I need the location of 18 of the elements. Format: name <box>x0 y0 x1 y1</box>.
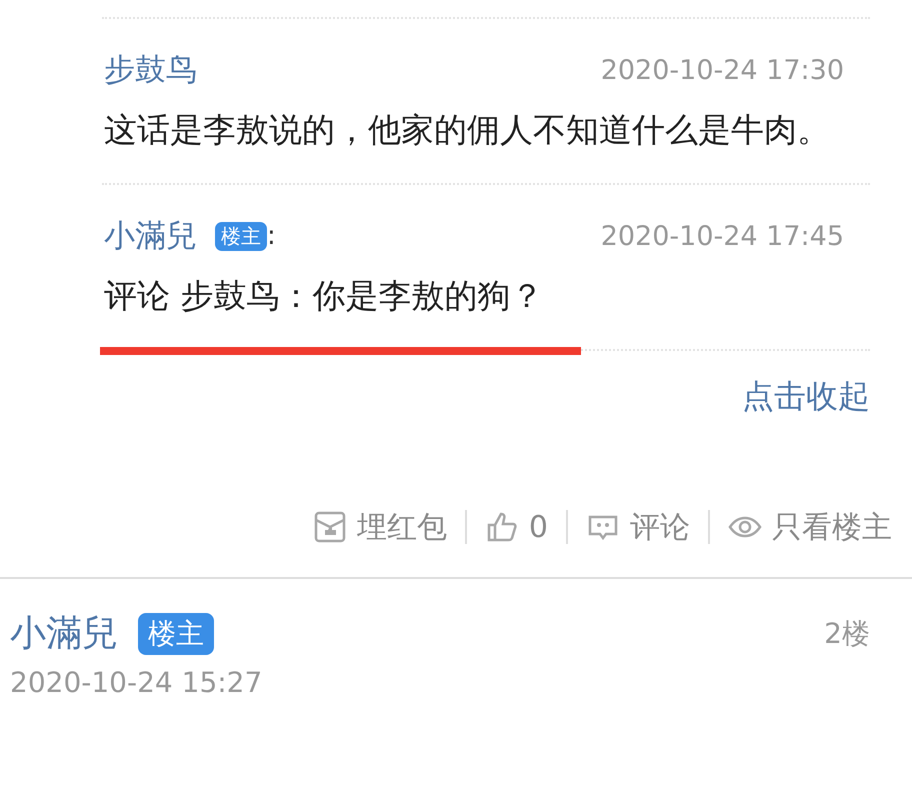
floor-number: 2楼 <box>824 616 870 652</box>
reply-text: 评论 步鼓鸟：你是李敖的狗？ <box>104 275 544 317</box>
reply-text: 这话是李敖说的，他家的佣人不知道什么是牛肉。 <box>104 109 831 151</box>
collapse-link[interactable]: 点击收起 <box>742 375 870 419</box>
envelope-icon <box>312 510 347 544</box>
action-label[interactable]: 评论 <box>630 506 690 548</box>
reply-author[interactable]: 小滿兒 <box>104 215 197 257</box>
post-time: 2020-10-24 15:27 <box>10 666 264 699</box>
post-author[interactable]: 小滿兒 <box>10 609 118 658</box>
colon: : <box>267 221 276 251</box>
action-label[interactable]: 埋红包 <box>356 506 447 548</box>
reply-author[interactable]: 步鼓鸟 <box>104 49 197 91</box>
op-badge: 楼主 <box>215 222 267 250</box>
reply-time: 2020-10-24 17:45 <box>600 220 844 252</box>
action-label[interactable]: 0 <box>528 510 548 544</box>
action-label[interactable]: 只看楼主 <box>772 506 892 548</box>
reply-time: 2020-10-24 17:30 <box>600 54 844 86</box>
op-badge: 楼主 <box>138 612 214 654</box>
